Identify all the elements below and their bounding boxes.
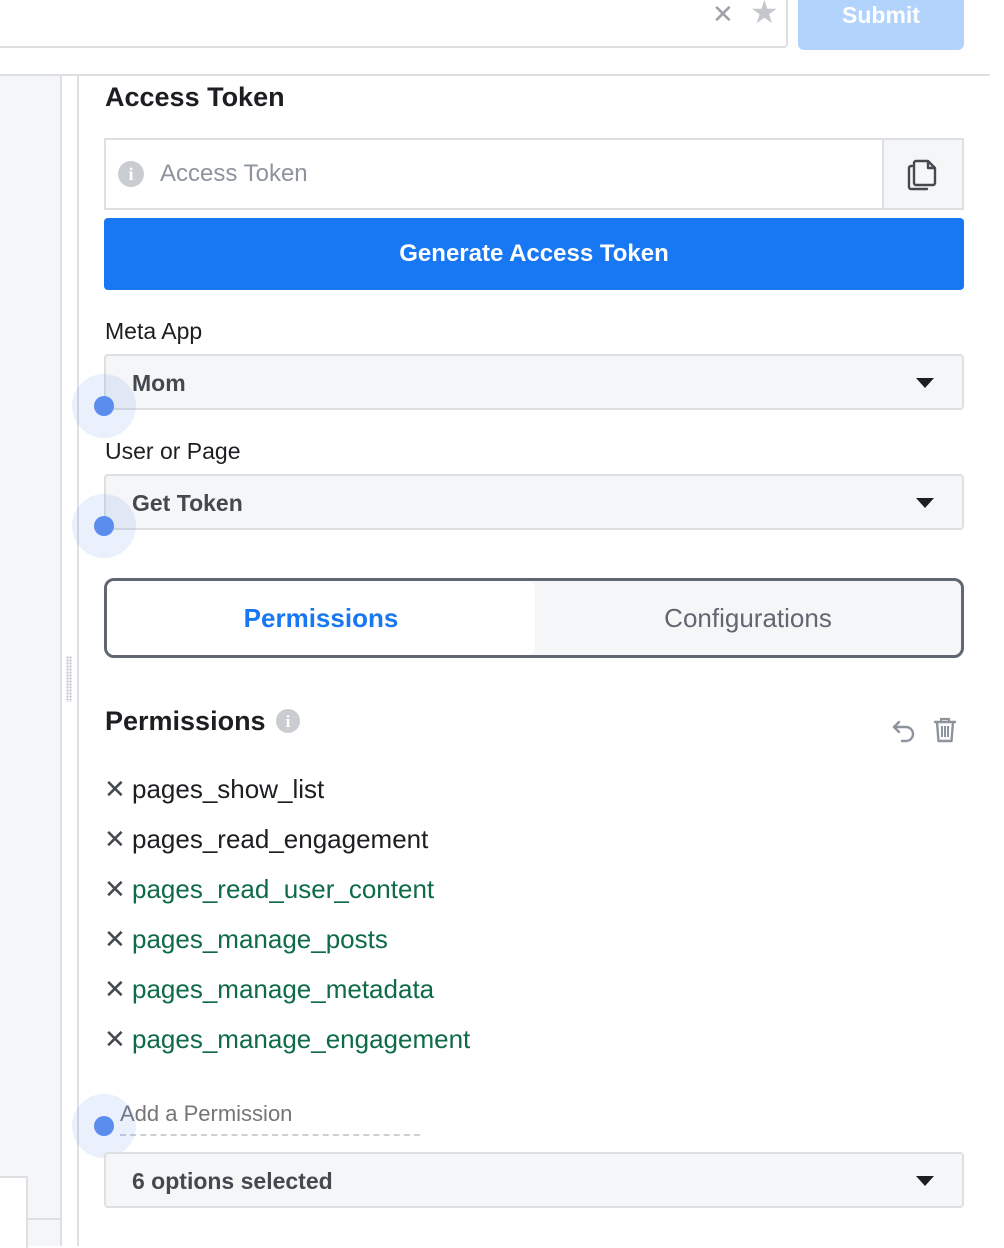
undo-icon[interactable] — [890, 716, 918, 744]
remove-permission-icon[interactable]: ✕ — [104, 824, 132, 855]
drag-handle-icon[interactable] — [66, 656, 72, 702]
trash-icon[interactable] — [932, 716, 958, 744]
remove-permission-icon[interactable]: ✕ — [104, 924, 132, 955]
add-permission-input[interactable] — [120, 1094, 420, 1136]
permission-label: pages_manage_engagement — [132, 1023, 471, 1054]
permissions-multiselect[interactable]: 6 options selected — [104, 1152, 964, 1208]
top-bar: ✕ ★ Submit — [0, 0, 1004, 76]
meta-app-select[interactable]: Mom — [104, 354, 964, 410]
tour-hotspot[interactable] — [72, 374, 136, 438]
permission-item: ✕ pages_show_list — [104, 764, 470, 814]
chevron-down-icon — [916, 1176, 934, 1186]
meta-app-value: Mom — [132, 370, 186, 396]
access-token-title: Access Token — [105, 82, 285, 112]
permission-item: ✕ pages_manage_posts — [104, 914, 470, 964]
access-token-field[interactable]: i Access Token — [104, 138, 964, 210]
permission-label: pages_manage_metadata — [132, 973, 435, 1004]
permission-label: pages_read_engagement — [132, 823, 429, 854]
permissions-selected-summary: 6 options selected — [132, 1168, 333, 1194]
copy-icon — [907, 159, 937, 191]
copy-button[interactable] — [882, 140, 962, 208]
permission-item: ✕ pages_read_user_content — [104, 864, 470, 914]
info-icon[interactable]: i — [276, 709, 300, 733]
remove-permission-icon[interactable]: ✕ — [104, 774, 132, 805]
remove-permission-icon[interactable]: ✕ — [104, 1024, 132, 1055]
left-panel — [0, 76, 62, 1246]
tour-hotspot[interactable] — [72, 494, 136, 558]
permissions-configurations-tabs: Permissions Configurations — [104, 578, 964, 658]
tour-hotspot[interactable] — [72, 1094, 136, 1158]
panel-splitter[interactable] — [77, 76, 79, 1246]
top-divider — [0, 74, 990, 76]
permission-item: ✕ pages_read_engagement — [104, 814, 470, 864]
access-token-placeholder: Access Token — [160, 160, 308, 187]
user-or-page-label: User or Page — [105, 438, 241, 464]
user-or-page-value: Get Token — [132, 490, 243, 516]
permission-list: ✕ pages_show_list ✕ pages_read_engagemen… — [104, 764, 470, 1064]
permission-item: ✕ pages_manage_engagement — [104, 1014, 470, 1064]
graph-query-input[interactable]: ✕ ★ — [0, 0, 788, 48]
permissions-title: Permissions — [105, 706, 266, 737]
tab-permissions[interactable]: Permissions — [107, 581, 535, 655]
permission-label: pages_show_list — [132, 773, 325, 804]
chevron-down-icon — [916, 378, 934, 388]
tab-configurations[interactable]: Configurations — [535, 581, 961, 655]
permission-item: ✕ pages_manage_metadata — [104, 964, 470, 1014]
close-icon[interactable]: ✕ — [712, 1, 734, 27]
remove-permission-icon[interactable]: ✕ — [104, 874, 132, 905]
info-icon: i — [118, 161, 144, 187]
left-panel-box — [0, 1176, 28, 1248]
user-or-page-select[interactable]: Get Token — [104, 474, 964, 530]
meta-app-label: Meta App — [105, 318, 203, 344]
submit-button[interactable]: Submit — [798, 0, 964, 50]
permission-label: pages_manage_posts — [132, 923, 388, 954]
permissions-title-text: Permissions — [105, 706, 266, 736]
star-icon[interactable]: ★ — [750, 0, 779, 28]
chevron-down-icon — [916, 498, 934, 508]
generate-access-token-button[interactable]: Generate Access Token — [104, 218, 964, 290]
permission-label: pages_read_user_content — [132, 873, 435, 904]
remove-permission-icon[interactable]: ✕ — [104, 974, 132, 1005]
